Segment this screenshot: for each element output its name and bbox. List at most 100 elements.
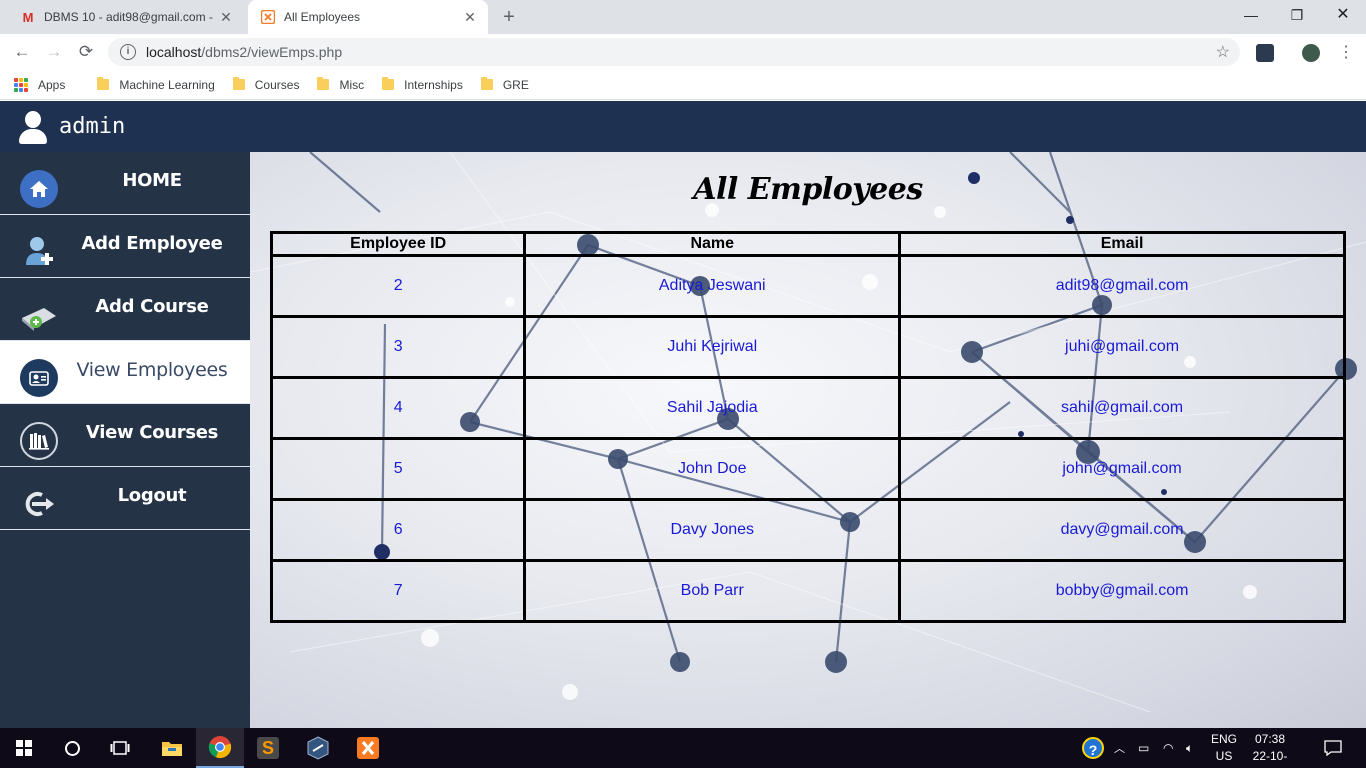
system-clock[interactable]: 07:38 22-10-2018 xyxy=(1240,731,1300,768)
bookmark-star-icon[interactable]: ☆ xyxy=(1216,42,1230,62)
employee-email-cell: davy@gmail.com xyxy=(898,498,1346,562)
logout-icon xyxy=(20,485,58,523)
new-tab-button[interactable]: + xyxy=(498,6,520,28)
employee-id-cell: 2 xyxy=(269,254,527,318)
forward-button[interactable]: → xyxy=(42,40,66,64)
language-code: ENG xyxy=(1210,732,1237,746)
sidebar-item-label: Add Course xyxy=(95,296,209,317)
table-row: 6 Davy Jones davy@gmail.com xyxy=(269,498,1346,562)
url-path: /dbms2/viewEmps.php xyxy=(201,44,343,60)
column-header-employee-id: Employee ID xyxy=(269,231,527,257)
employee-name-cell: Davy Jones xyxy=(523,498,902,562)
sidebar-item-add-employee[interactable]: Add Employee xyxy=(0,215,250,278)
chrome-icon[interactable] xyxy=(196,728,244,768)
column-header-email: Email xyxy=(898,231,1346,257)
url-host: localhost xyxy=(146,44,202,60)
browser-toolbar: ← → ⟳ i localhost/dbms2/viewEmps.php ☆ xyxy=(0,34,1366,70)
menu-kebab-icon[interactable]: ⋮ xyxy=(1338,42,1354,62)
sublime-text-icon[interactable]: S xyxy=(244,728,292,768)
sidebar-item-add-course[interactable]: Add Course xyxy=(0,278,250,341)
file-explorer-icon[interactable] xyxy=(148,728,196,768)
table-row: 4 Sahil Jajodia sahil@gmail.com xyxy=(269,376,1346,440)
bookmarks-bar: Apps Machine Learning Courses Misc Inter… xyxy=(0,70,1366,100)
tab-all-employees[interactable]: All Employees ✕ xyxy=(248,0,488,34)
employee-email-cell: juhi@gmail.com xyxy=(898,315,1346,379)
volume-icon[interactable]: 🔈︎ xyxy=(1186,728,1193,768)
sidebar-item-view-employees[interactable]: View Employees xyxy=(0,341,250,404)
table-row: 7 Bob Parr bobby@gmail.com xyxy=(269,559,1346,623)
minimize-button[interactable]: — xyxy=(1228,0,1274,30)
profile-avatar[interactable] xyxy=(1302,44,1320,62)
employee-id-cell: 3 xyxy=(269,315,527,379)
employee-name-cell: Aditya Jeswani xyxy=(523,254,902,318)
task-view-icon[interactable] xyxy=(96,728,144,768)
table-row: 5 John Doe john@gmail.com xyxy=(269,437,1346,501)
bookmark-label: Misc xyxy=(339,77,365,92)
bookmark-label: Internships xyxy=(404,77,463,92)
browser-tab-strip: M DBMS 10 - adit98@gmail.com - G ✕ All E… xyxy=(0,0,1366,34)
bookmark-label: Courses xyxy=(254,77,300,92)
info-icon[interactable]: i xyxy=(120,44,136,60)
employee-name-cell: John Doe xyxy=(523,437,902,501)
close-window-button[interactable]: ✕ xyxy=(1320,0,1366,30)
main-content: All Employees Employee ID Name Email 2 A… xyxy=(250,152,1366,728)
restore-button[interactable]: ❐ xyxy=(1274,0,1320,30)
column-header-name: Name xyxy=(523,231,902,257)
sidebar-item-label: View Courses xyxy=(85,422,219,443)
employee-email-cell: bobby@gmail.com xyxy=(898,559,1346,623)
bookmark-apps[interactable]: Apps xyxy=(14,75,65,95)
sidebar-item-label: HOME xyxy=(122,170,182,191)
add-user-icon xyxy=(20,233,58,271)
username: admin xyxy=(59,114,126,139)
notifications-icon[interactable] xyxy=(1324,728,1342,768)
apps-grid-icon xyxy=(14,77,28,92)
folder-icon xyxy=(317,77,330,90)
folder-icon xyxy=(97,77,110,90)
sidebar-item-label: Logout xyxy=(117,485,187,506)
table-header-row: Employee ID Name Email xyxy=(269,231,1346,257)
search-icon[interactable] xyxy=(48,728,96,768)
bookmark-label: GRE xyxy=(502,77,529,92)
bookmark-gre[interactable]: GRE xyxy=(480,75,529,95)
address-bar[interactable]: i localhost/dbms2/viewEmps.php ☆ xyxy=(108,38,1240,66)
close-tab-icon[interactable]: ✕ xyxy=(214,9,238,26)
bookmark-machine-learning[interactable]: Machine Learning xyxy=(97,75,215,95)
extension-icon[interactable] xyxy=(1256,44,1274,62)
sidebar-item-label: Add Employee xyxy=(81,233,223,254)
bookmark-misc[interactable]: Misc xyxy=(317,75,364,95)
xampp-taskbar-icon[interactable] xyxy=(344,728,392,768)
app-cube-icon[interactable] xyxy=(294,728,342,768)
reload-button[interactable]: ⟳ xyxy=(74,40,98,64)
sidebar-item-view-courses[interactable]: View Courses xyxy=(0,404,250,467)
sidebar-item-logout[interactable]: Logout xyxy=(0,467,250,530)
table-row: 2 Aditya Jeswani adit98@gmail.com xyxy=(269,254,1346,318)
employee-id-cell: 4 xyxy=(269,376,527,440)
clock-date: 22-10-2018 xyxy=(1252,749,1288,768)
employee-email-cell: adit98@gmail.com xyxy=(898,254,1346,318)
close-tab-icon[interactable]: ✕ xyxy=(458,9,482,26)
employees-table: Employee ID Name Email 2 Aditya Jeswani … xyxy=(269,231,1346,623)
folder-icon xyxy=(232,77,245,90)
bookmark-courses[interactable]: Courses xyxy=(232,75,300,95)
language-indicator[interactable]: ENG US xyxy=(1209,731,1239,765)
battery-icon[interactable]: ▭ xyxy=(1138,728,1149,768)
tab-gmail[interactable]: M DBMS 10 - adit98@gmail.com - G ✕ xyxy=(8,0,244,34)
bookmark-label: Apps xyxy=(38,77,66,92)
xampp-icon xyxy=(260,9,276,25)
employees-icon xyxy=(20,359,58,397)
help-icon[interactable]: ? xyxy=(1082,728,1104,768)
folder-icon xyxy=(382,77,395,90)
wifi-icon[interactable]: ◠ xyxy=(1163,728,1173,768)
user-icon xyxy=(17,109,49,145)
employee-name-cell: Sahil Jajodia xyxy=(523,376,902,440)
windows-start-icon[interactable] xyxy=(0,728,48,768)
employee-id-cell: 6 xyxy=(269,498,527,562)
show-hidden-icons-chevron-icon[interactable]: ︿ xyxy=(1114,728,1125,768)
table-row: 3 Juhi Kejriwal juhi@gmail.com xyxy=(269,315,1346,379)
back-button[interactable]: ← xyxy=(10,40,34,64)
tab-title: All Employees xyxy=(284,10,361,24)
bookmark-internships[interactable]: Internships xyxy=(382,75,463,95)
sidebar-item-label: View Employees xyxy=(76,359,228,381)
sidebar-item-home[interactable]: HOME xyxy=(0,152,250,215)
employee-name-cell: Bob Parr xyxy=(523,559,902,623)
